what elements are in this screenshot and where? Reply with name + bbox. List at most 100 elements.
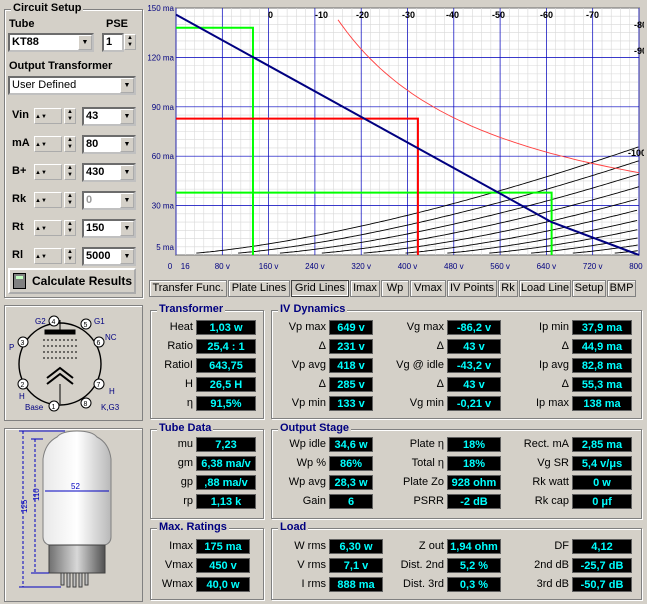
chevron-down-icon[interactable]: ▼ xyxy=(120,165,134,180)
spin-up-icon[interactable]: ▲ xyxy=(65,193,75,200)
grid-voltage-label: -20 xyxy=(356,10,369,20)
spin-up-icon[interactable]: ▲ xyxy=(65,109,75,116)
pse-stepper[interactable]: ▲ ▼ xyxy=(124,34,136,50)
spin-up-icon[interactable]: ▲ xyxy=(65,221,75,228)
readout-label: gm xyxy=(177,457,193,469)
readout-label: Vg SR xyxy=(537,457,569,469)
tube-pin-label: P xyxy=(9,343,14,352)
param-stepper-fine[interactable]: ▲ ▼ xyxy=(64,248,76,264)
tab-setup[interactable]: Setup xyxy=(572,280,606,297)
calculate-results-button[interactable]: Calculate Results xyxy=(8,268,136,294)
tab-wp[interactable]: Wp xyxy=(381,280,409,297)
spin-up-icon[interactable]: ▲▼ xyxy=(35,142,47,149)
param-stepper-fine[interactable]: ▲ ▼ xyxy=(64,136,76,152)
load-title: Load xyxy=(278,521,309,533)
tab-bmp[interactable]: BMP xyxy=(607,280,636,297)
chevron-down-icon[interactable]: ▼ xyxy=(120,137,134,152)
tab-transfer-func[interactable]: Transfer Func. xyxy=(149,280,227,297)
readout-label: Rect. mA xyxy=(523,438,569,450)
param-select[interactable]: 43 ▼ xyxy=(82,107,136,126)
param-select[interactable]: 430 ▼ xyxy=(82,163,136,182)
param-label: Rt xyxy=(12,221,24,233)
param-stepper[interactable]: ▲▼ xyxy=(34,136,62,152)
x-tick-label: 80 v xyxy=(215,262,230,271)
param-stepper-fine[interactable]: ▲ ▼ xyxy=(64,108,76,124)
grid-voltage-label: -70 xyxy=(586,10,599,20)
tab-grid-lines[interactable]: Grid Lines xyxy=(291,280,349,297)
tube-pin-number: 3 xyxy=(21,340,25,347)
spin-up-icon[interactable]: ▲▼ xyxy=(35,114,47,121)
chevron-down-icon[interactable]: ▼ xyxy=(120,249,134,264)
readout-label: Wp idle xyxy=(289,438,326,450)
param-stepper-fine[interactable]: ▲ ▼ xyxy=(64,192,76,208)
heater-symbol xyxy=(46,366,74,385)
tube-select[interactable]: KT88 ▼ xyxy=(8,33,94,52)
max-ratings-title: Max. Ratings xyxy=(157,521,229,533)
tab-load-line[interactable]: Load Line xyxy=(519,280,571,297)
spin-down-icon[interactable]: ▼ xyxy=(65,200,75,207)
tube-pin-label: Base xyxy=(25,403,44,412)
readout-label: Wp % xyxy=(296,457,326,469)
chevron-down-icon[interactable]: ▼ xyxy=(120,109,134,124)
spin-up-icon[interactable]: ▲▼ xyxy=(35,226,47,233)
param-stepper-fine[interactable]: ▲ ▼ xyxy=(64,220,76,236)
readout-label: Plate Zo xyxy=(403,476,444,488)
param-select[interactable]: 0 ▼ xyxy=(82,191,136,210)
x-tick-label: 0 xyxy=(168,262,173,271)
spin-down-icon[interactable]: ▼ xyxy=(65,172,75,179)
param-stepper[interactable]: ▲▼ xyxy=(34,164,62,180)
spin-up-icon[interactable]: ▲▼ xyxy=(35,170,47,177)
param-select[interactable]: 150 ▼ xyxy=(82,219,136,238)
readout-label: Rk cap xyxy=(534,495,569,507)
spin-up-icon[interactable]: ▲ xyxy=(65,137,75,144)
param-select[interactable]: 80 ▼ xyxy=(82,135,136,154)
spin-down-icon[interactable]: ▼ xyxy=(65,144,75,151)
tab-iv-points[interactable]: IV Points xyxy=(447,280,497,297)
tab-plate-lines[interactable]: Plate Lines xyxy=(228,280,290,297)
readout-value: 40,0 w xyxy=(196,577,250,592)
param-value: 430 xyxy=(86,166,105,178)
pse-label: PSE xyxy=(106,18,129,30)
chevron-down-icon[interactable]: ▼ xyxy=(78,35,92,50)
readout-label: η xyxy=(186,397,193,409)
chevron-down-icon[interactable]: ▼ xyxy=(120,193,134,208)
x-tick-label: 400 v xyxy=(398,262,418,271)
tab-rk[interactable]: Rk xyxy=(498,280,518,297)
iv-chart-panel: 0 -10 -20 -30 -40 -50 -60 -70 -80 -90 -100 150 ma 12… xyxy=(147,3,647,277)
readout-label: Ip avg xyxy=(539,359,569,371)
param-stepper[interactable]: ▲▼ xyxy=(34,248,62,264)
spin-up-icon[interactable]: ▲ xyxy=(65,165,75,172)
spin-up-icon[interactable]: ▲▼ xyxy=(35,198,47,205)
tube-total-dim: 125 xyxy=(20,499,29,513)
param-stepper-fine[interactable]: ▲ ▼ xyxy=(64,164,76,180)
spin-up-icon[interactable]: ▲ xyxy=(65,249,75,256)
pse-field[interactable]: 1 xyxy=(102,33,124,52)
readout-label: Heat xyxy=(169,321,193,333)
spin-up-icon[interactable]: ▲▼ xyxy=(35,254,47,261)
x-tick-label: 480 v xyxy=(444,262,464,271)
spin-down-icon[interactable]: ▼ xyxy=(125,42,135,49)
chevron-down-icon[interactable]: ▼ xyxy=(120,78,134,93)
spin-down-icon[interactable]: ▼ xyxy=(65,116,75,123)
output-transformer-select[interactable]: User Defined ▼ xyxy=(8,76,136,95)
iv-dynamics-title: IV Dynamics xyxy=(278,303,348,315)
iv-chart[interactable]: 0 -10 -20 -30 -40 -50 -60 -70 -80 -90 -100 150 ma 12… xyxy=(147,3,647,277)
x-tick-label: 320 v xyxy=(351,262,371,271)
tab-imax[interactable]: Imax xyxy=(350,280,380,297)
tube-pin-number: 8 xyxy=(84,401,88,408)
tab-vmax[interactable]: Vmax xyxy=(410,280,446,297)
spin-down-icon[interactable]: ▼ xyxy=(65,228,75,235)
spin-down-icon[interactable]: ▼ xyxy=(65,256,75,263)
readout-value: 44,9 ma xyxy=(572,339,632,354)
param-select[interactable]: 5000 ▼ xyxy=(82,247,136,266)
grid-voltage-label: -50 xyxy=(492,10,505,20)
param-stepper[interactable]: ▲▼ xyxy=(34,108,62,124)
param-label: B+ xyxy=(12,165,27,177)
param-stepper[interactable]: ▲▼ xyxy=(34,220,62,236)
spin-up-icon[interactable]: ▲ xyxy=(125,35,135,42)
readout-label: Vmax xyxy=(164,559,193,571)
readout-label: rp xyxy=(183,495,193,507)
tube-pin-number: 1 xyxy=(52,404,56,411)
param-stepper[interactable]: ▲▼ xyxy=(34,192,62,208)
chevron-down-icon[interactable]: ▼ xyxy=(120,221,134,236)
